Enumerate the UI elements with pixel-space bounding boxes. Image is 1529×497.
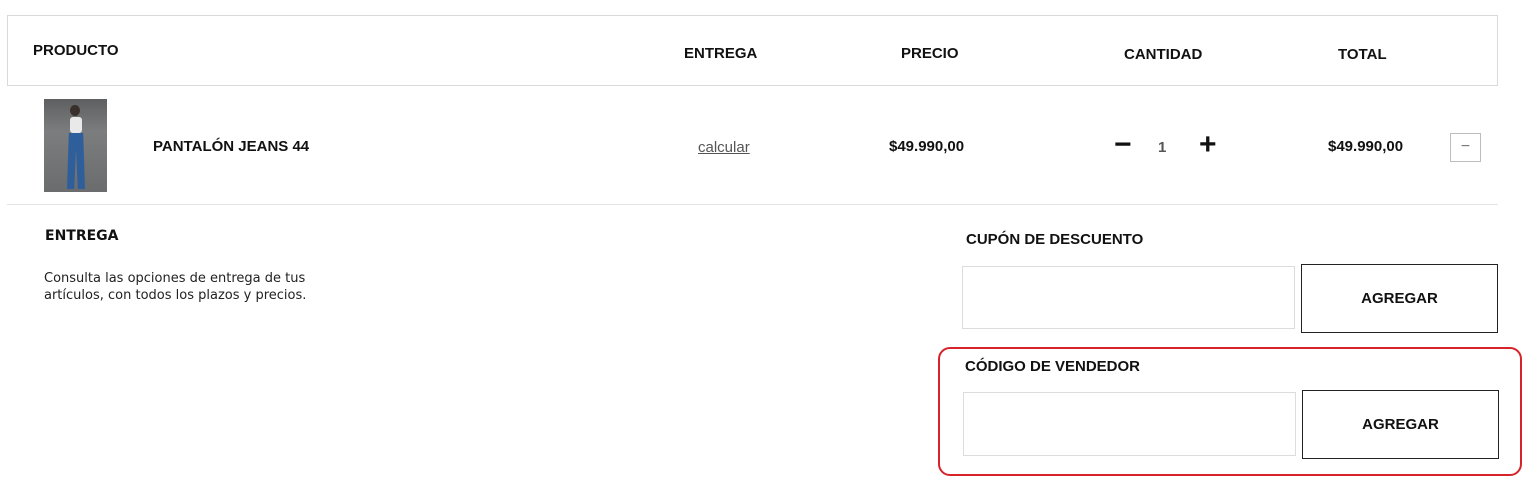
coupon-add-button[interactable]: AGREGAR [1301,264,1498,333]
remove-item-button[interactable]: − [1450,133,1481,162]
coupon-input[interactable] [962,266,1295,329]
delivery-section-title: ENTREGA [45,228,119,244]
increase-quantity-button[interactable]: + [1199,130,1217,160]
delivery-description-line2: artículos, con todos los plazos y precio… [44,288,307,303]
seller-code-input[interactable] [963,392,1296,456]
seller-code-add-button[interactable]: AGREGAR [1302,390,1499,459]
quantity-value[interactable]: 1 [1158,139,1166,156]
header-price: PRECIO [901,45,959,62]
product-name[interactable]: PANTALÓN JEANS 44 [153,138,309,155]
header-product: PRODUCTO [33,42,119,59]
decrease-quantity-button[interactable]: − [1114,130,1132,160]
header-quantity: CANTIDAD [1124,46,1203,63]
header-total: TOTAL [1338,46,1387,63]
item-total: $49.990,00 [1328,138,1404,155]
delivery-description-line1: Consulta las opciones de entrega de tus [44,271,306,286]
row-divider [7,204,1498,205]
header-delivery: ENTREGA [684,45,758,62]
item-price: $49.990,00 [889,138,965,155]
calculate-delivery-link[interactable]: calcular [698,139,750,156]
seller-code-title: CÓDIGO DE VENDEDOR [965,358,1141,375]
product-image[interactable] [44,99,107,192]
coupon-title: CUPÓN DE DESCUENTO [966,231,1144,248]
